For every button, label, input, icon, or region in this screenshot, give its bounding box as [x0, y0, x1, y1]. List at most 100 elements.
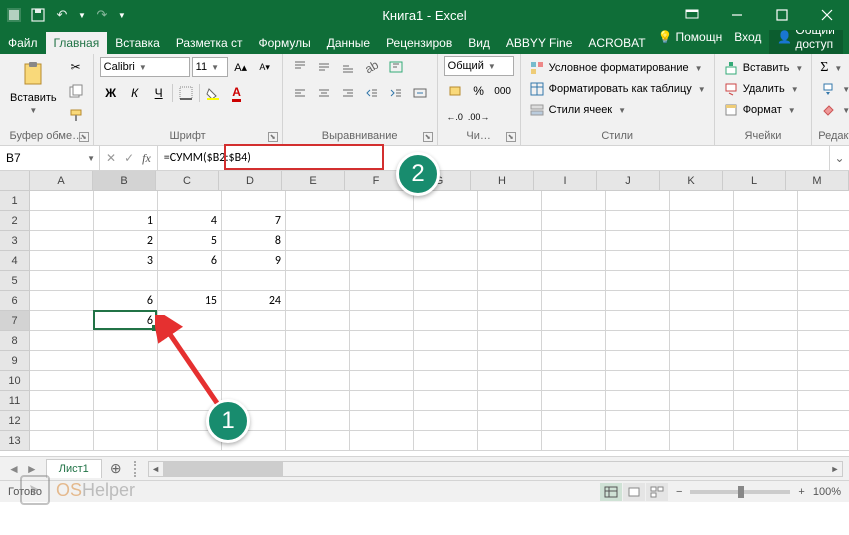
sign-in-button[interactable]: Вход [730, 28, 765, 46]
cell[interactable]: 6 [94, 291, 158, 311]
cell[interactable] [30, 351, 94, 371]
align-right-button[interactable] [337, 82, 359, 104]
align-middle-button[interactable] [313, 56, 335, 78]
cell[interactable] [670, 231, 734, 251]
scroll-thumb[interactable] [163, 462, 283, 476]
minimize-button[interactable] [714, 0, 759, 30]
align-center-button[interactable] [313, 82, 335, 104]
fill-color-button[interactable] [202, 82, 224, 104]
cell[interactable] [286, 411, 350, 431]
copy-button[interactable] [65, 80, 87, 102]
orientation-button[interactable]: ab [361, 56, 383, 78]
cell[interactable] [286, 251, 350, 271]
cancel-formula-button[interactable]: ✕ [106, 151, 116, 165]
cell[interactable] [94, 271, 158, 291]
page-break-view-button[interactable] [646, 483, 668, 501]
cell[interactable] [798, 231, 849, 251]
cell[interactable] [478, 191, 542, 211]
row-header[interactable]: 13 [0, 431, 30, 451]
cell[interactable] [94, 191, 158, 211]
cell[interactable] [222, 331, 286, 351]
cell[interactable] [734, 311, 798, 331]
decrease-font-button[interactable]: A▾ [254, 56, 276, 78]
cell[interactable] [542, 311, 606, 331]
cell[interactable] [158, 331, 222, 351]
cell[interactable] [350, 351, 414, 371]
cell[interactable] [478, 311, 542, 331]
cell[interactable] [798, 211, 849, 231]
cell[interactable] [670, 331, 734, 351]
number-format-combo[interactable]: Общий▼ [444, 56, 514, 76]
spreadsheet-grid[interactable]: ABCDEFGHIJKLM 12345678910111213 14725836… [0, 171, 849, 456]
column-header[interactable]: C [156, 171, 219, 191]
cell[interactable] [350, 251, 414, 271]
column-header[interactable]: M [786, 171, 849, 191]
cell[interactable] [734, 211, 798, 231]
align-bottom-button[interactable] [337, 56, 359, 78]
column-header[interactable]: J [597, 171, 660, 191]
format-cells-button[interactable]: Формат▼ [721, 101, 798, 119]
cell[interactable] [734, 331, 798, 351]
select-all-corner[interactable] [0, 171, 30, 191]
cell[interactable] [542, 231, 606, 251]
row-header[interactable]: 10 [0, 371, 30, 391]
row-header[interactable]: 8 [0, 331, 30, 351]
paste-button[interactable]: Вставить ▼ [6, 56, 61, 117]
percent-button[interactable]: % [468, 80, 490, 102]
cell[interactable] [30, 391, 94, 411]
cell[interactable] [94, 431, 158, 451]
cell[interactable] [798, 391, 849, 411]
cell[interactable] [606, 211, 670, 231]
cell[interactable]: 5 [158, 231, 222, 251]
cell[interactable] [414, 311, 478, 331]
cell[interactable] [670, 431, 734, 451]
ribbon-options-icon[interactable] [669, 0, 714, 30]
cell[interactable] [734, 411, 798, 431]
row-header[interactable]: 11 [0, 391, 30, 411]
merge-button[interactable] [409, 82, 431, 104]
cell[interactable] [734, 231, 798, 251]
dialog-launcher-icon[interactable]: ⬊ [506, 132, 516, 142]
cell[interactable] [478, 431, 542, 451]
cell[interactable] [478, 371, 542, 391]
cell[interactable] [286, 331, 350, 351]
cell[interactable] [734, 391, 798, 411]
scroll-left-button[interactable]: ◄ [149, 462, 163, 476]
name-box[interactable]: B7▼ [0, 146, 100, 170]
cell[interactable] [734, 371, 798, 391]
cell[interactable] [606, 411, 670, 431]
format-as-table-button[interactable]: Форматировать как таблицу▼ [527, 80, 708, 98]
cell[interactable] [478, 351, 542, 371]
cell[interactable] [798, 271, 849, 291]
cell[interactable] [350, 271, 414, 291]
column-header[interactable]: L [723, 171, 786, 191]
insert-cells-button[interactable]: Вставить▼ [721, 59, 806, 77]
column-header[interactable]: B [93, 171, 156, 191]
increase-indent-button[interactable] [385, 82, 407, 104]
cell[interactable] [30, 211, 94, 231]
cell[interactable]: 2 [94, 231, 158, 251]
page-layout-view-button[interactable] [623, 483, 645, 501]
cell[interactable] [798, 371, 849, 391]
horizontal-scrollbar[interactable]: ◄ ► [148, 461, 843, 477]
cell[interactable] [414, 211, 478, 231]
column-header[interactable]: I [534, 171, 597, 191]
cell[interactable] [798, 411, 849, 431]
cell[interactable] [734, 351, 798, 371]
normal-view-button[interactable] [600, 483, 622, 501]
zoom-level[interactable]: 100% [813, 486, 841, 498]
cell[interactable] [798, 351, 849, 371]
cell[interactable] [350, 191, 414, 211]
cell[interactable] [606, 351, 670, 371]
tab-formulas[interactable]: Формулы [251, 32, 319, 54]
cell[interactable] [350, 411, 414, 431]
cell[interactable] [158, 191, 222, 211]
cell[interactable] [478, 251, 542, 271]
cell[interactable] [414, 431, 478, 451]
column-header[interactable]: E [282, 171, 345, 191]
cell[interactable] [350, 211, 414, 231]
cell[interactable] [798, 331, 849, 351]
cell[interactable] [542, 331, 606, 351]
wrap-text-button[interactable] [385, 56, 407, 78]
cell[interactable] [30, 291, 94, 311]
